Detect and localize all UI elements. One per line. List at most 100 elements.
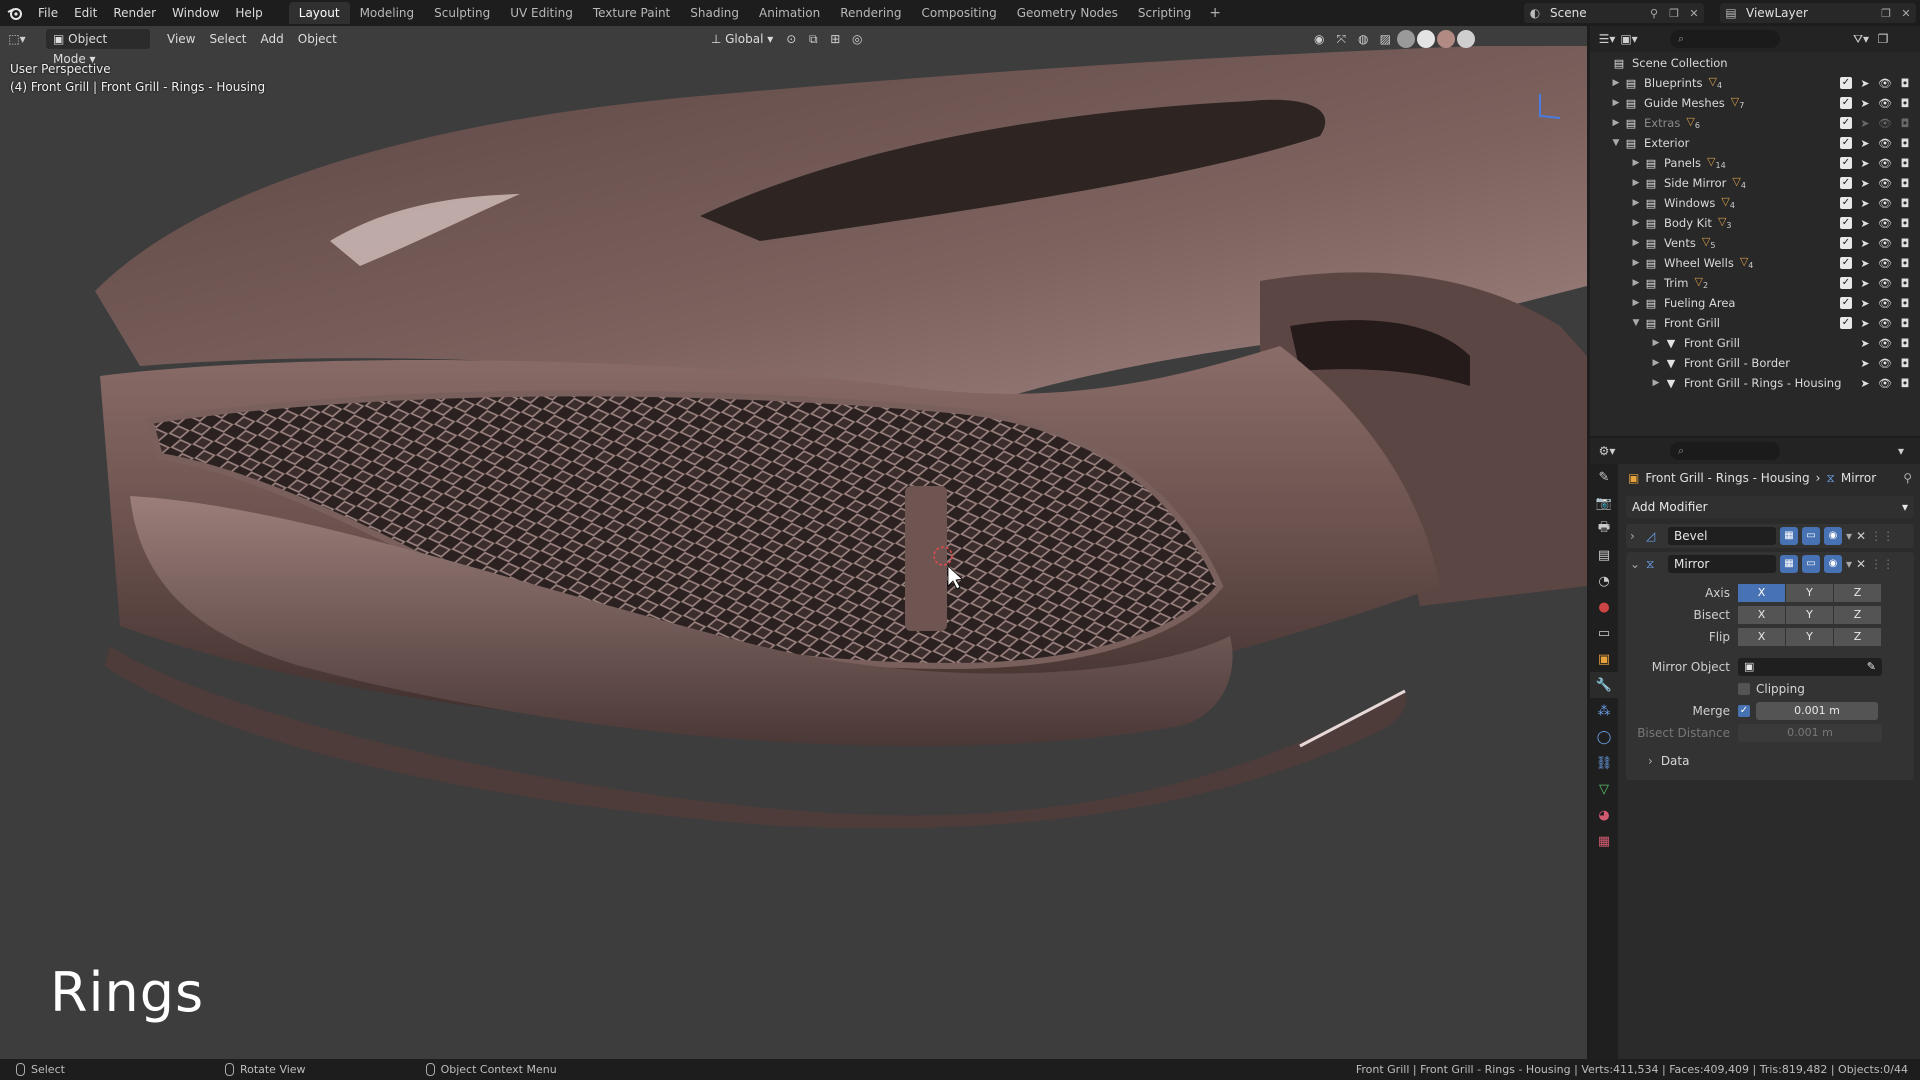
- chevron-right-icon[interactable]: ▶: [1630, 278, 1642, 288]
- tab-geometry-nodes[interactable]: Geometry Nodes: [1007, 2, 1128, 24]
- delete-modifier-icon[interactable]: ✕: [1856, 557, 1866, 571]
- new-view-layer-icon[interactable]: ❐: [1876, 7, 1896, 20]
- eye-icon[interactable]: 👁: [1878, 157, 1892, 170]
- outliner-row[interactable]: ▶ ▤ Panels ▽14 ✓ ➤ 👁 ◘: [1590, 153, 1920, 173]
- chevron-right-icon[interactable]: ▶: [1630, 198, 1642, 208]
- eye-icon[interactable]: 👁: [1878, 77, 1892, 90]
- chevron-right-icon[interactable]: ▶: [1610, 98, 1622, 108]
- constraints-tab-icon[interactable]: ⛓: [1590, 750, 1618, 776]
- selectable-icon[interactable]: ➤: [1858, 217, 1872, 230]
- snap-icon[interactable]: ⧉: [802, 29, 824, 49]
- camera-icon[interactable]: ◘: [1898, 317, 1912, 330]
- bisect-z-toggle[interactable]: Z: [1834, 606, 1881, 624]
- menu-edit[interactable]: Edit: [66, 0, 105, 26]
- exclude-checkbox[interactable]: ✓: [1840, 257, 1852, 269]
- camera-icon[interactable]: ◘: [1898, 137, 1912, 150]
- scene-name[interactable]: Scene: [1546, 6, 1644, 20]
- wireframe-shading-icon[interactable]: [1397, 30, 1416, 48]
- camera-icon[interactable]: ◘: [1898, 117, 1912, 130]
- object-tab-icon[interactable]: ▣: [1590, 646, 1618, 672]
- chevron-right-icon[interactable]: ▶: [1630, 178, 1642, 188]
- proportional-edit-icon[interactable]: ◎: [846, 29, 868, 49]
- chevron-down-icon[interactable]: ▾: [1846, 557, 1852, 571]
- outliner-row[interactable]: ▶ ▤ Trim ▽2 ✓ ➤ 👁 ◘: [1590, 273, 1920, 293]
- edit-mode-toggle-icon[interactable]: ▦: [1780, 527, 1798, 545]
- camera-icon[interactable]: ◘: [1898, 357, 1912, 370]
- pin-icon[interactable]: ⚲: [1903, 471, 1912, 485]
- axis-z-toggle[interactable]: Z: [1834, 584, 1881, 602]
- collection-tab-icon[interactable]: ▭: [1590, 620, 1618, 646]
- outliner-row[interactable]: ▶ ▤ Body Kit ▽3 ✓ ➤ 👁 ◘: [1590, 213, 1920, 233]
- selectable-icon[interactable]: ➤: [1858, 177, 1872, 190]
- xray-icon[interactable]: ▨: [1374, 29, 1396, 49]
- options-dropdown-icon[interactable]: ▾: [1890, 441, 1912, 461]
- chevron-right-icon[interactable]: ›: [1630, 529, 1642, 543]
- exclude-checkbox[interactable]: ✓: [1840, 137, 1852, 149]
- eye-icon[interactable]: 👁: [1878, 137, 1892, 150]
- view-layer-tab-icon[interactable]: ▤: [1590, 542, 1618, 568]
- outliner-row[interactable]: ▼ ▤ Front Grill ✓ ➤ 👁 ◘: [1590, 313, 1920, 333]
- camera-icon[interactable]: ◘: [1898, 237, 1912, 250]
- camera-icon[interactable]: ◘: [1898, 177, 1912, 190]
- selectable-icon[interactable]: ➤: [1858, 157, 1872, 170]
- tab-uv-editing[interactable]: UV Editing: [500, 2, 583, 24]
- editor-type-icon[interactable]: ⬚▾: [6, 29, 28, 49]
- outliner-row[interactable]: ▶ ▤ Fueling Area ✓ ➤ 👁 ◘: [1590, 293, 1920, 313]
- camera-icon[interactable]: ◘: [1898, 377, 1912, 390]
- flip-x-toggle[interactable]: X: [1738, 628, 1785, 646]
- outliner-row[interactable]: ▶ ▤ Wheel Wells ▽4 ✓ ➤ 👁 ◘: [1590, 253, 1920, 273]
- delete-modifier-icon[interactable]: ✕: [1856, 529, 1866, 543]
- visibility-icon[interactable]: ◉: [1308, 29, 1330, 49]
- outliner-row[interactable]: ▼ ▤ Exterior ✓ ➤ 👁 ◘: [1590, 133, 1920, 153]
- modifier-tab-icon[interactable]: 🔧: [1590, 672, 1618, 698]
- exclude-checkbox[interactable]: ✓: [1840, 317, 1852, 329]
- chevron-right-icon[interactable]: ▶: [1650, 338, 1662, 348]
- properties-editor-icon[interactable]: ⚙▾: [1596, 441, 1618, 461]
- eye-icon[interactable]: 👁: [1878, 117, 1892, 130]
- mirror-modifier-name[interactable]: Mirror: [1668, 555, 1776, 573]
- gizmo-icon[interactable]: ⤧: [1330, 29, 1352, 49]
- menu-window[interactable]: Window: [164, 0, 227, 26]
- snap-target-icon[interactable]: ⊞: [824, 29, 846, 49]
- tab-texture-paint[interactable]: Texture Paint: [583, 2, 680, 24]
- exclude-checkbox[interactable]: ✓: [1840, 277, 1852, 289]
- selectable-icon[interactable]: ➤: [1858, 97, 1872, 110]
- eye-icon[interactable]: 👁: [1878, 237, 1892, 250]
- eye-icon[interactable]: 👁: [1878, 197, 1892, 210]
- realtime-toggle-icon[interactable]: ▭: [1802, 527, 1820, 545]
- eye-icon[interactable]: 👁: [1878, 217, 1892, 230]
- outliner-editor-icon[interactable]: ☰▾: [1596, 29, 1618, 49]
- chevron-right-icon[interactable]: ▶: [1630, 158, 1642, 168]
- properties-search-input[interactable]: ⌕: [1670, 442, 1780, 460]
- edit-mode-toggle-icon[interactable]: ▦: [1780, 555, 1798, 573]
- outliner-row[interactable]: ▶ ▤ Extras ▽6 ✓ ➤ 👁 ◘: [1590, 113, 1920, 133]
- chevron-right-icon[interactable]: ▶: [1650, 378, 1662, 388]
- outliner-row[interactable]: ▶ ▤ Vents ▽5 ✓ ➤ 👁 ◘: [1590, 233, 1920, 253]
- camera-icon[interactable]: ◘: [1898, 337, 1912, 350]
- menu-add[interactable]: Add: [254, 29, 291, 49]
- texture-tab-icon[interactable]: ▦: [1590, 828, 1618, 854]
- chevron-right-icon[interactable]: ▶: [1610, 78, 1622, 88]
- selectable-icon[interactable]: ➤: [1858, 337, 1872, 350]
- camera-icon[interactable]: ◘: [1898, 77, 1912, 90]
- bisect-x-toggle[interactable]: X: [1738, 606, 1785, 624]
- pin-icon[interactable]: ⚲: [1644, 7, 1664, 20]
- material-shading-icon[interactable]: [1437, 30, 1456, 48]
- outliner-row[interactable]: ▶ ▤ Side Mirror ▽4 ✓ ➤ 👁 ◘: [1590, 173, 1920, 193]
- outliner-row[interactable]: ▶ ▤ Blueprints ▽4 ✓ ➤ 👁 ◘: [1590, 73, 1920, 93]
- selectable-icon[interactable]: ➤: [1858, 277, 1872, 290]
- close-icon[interactable]: ✕: [1684, 7, 1704, 20]
- bevel-modifier-name[interactable]: Bevel: [1668, 527, 1776, 545]
- particles-tab-icon[interactable]: ⁂: [1590, 698, 1618, 724]
- axis-y-toggle[interactable]: Y: [1786, 584, 1833, 602]
- camera-icon[interactable]: ◘: [1898, 197, 1912, 210]
- bisect-y-toggle[interactable]: Y: [1786, 606, 1833, 624]
- new-collection-icon[interactable]: ❐: [1872, 29, 1894, 49]
- camera-icon[interactable]: ◘: [1898, 257, 1912, 270]
- exclude-checkbox[interactable]: ✓: [1840, 237, 1852, 249]
- object-mode-dropdown[interactable]: ▣ Object Mode ▾: [46, 29, 150, 66]
- eye-icon[interactable]: 👁: [1878, 377, 1892, 390]
- exclude-checkbox[interactable]: ✓: [1840, 97, 1852, 109]
- view-layer-name[interactable]: ViewLayer: [1742, 6, 1876, 20]
- chevron-right-icon[interactable]: ▶: [1630, 298, 1642, 308]
